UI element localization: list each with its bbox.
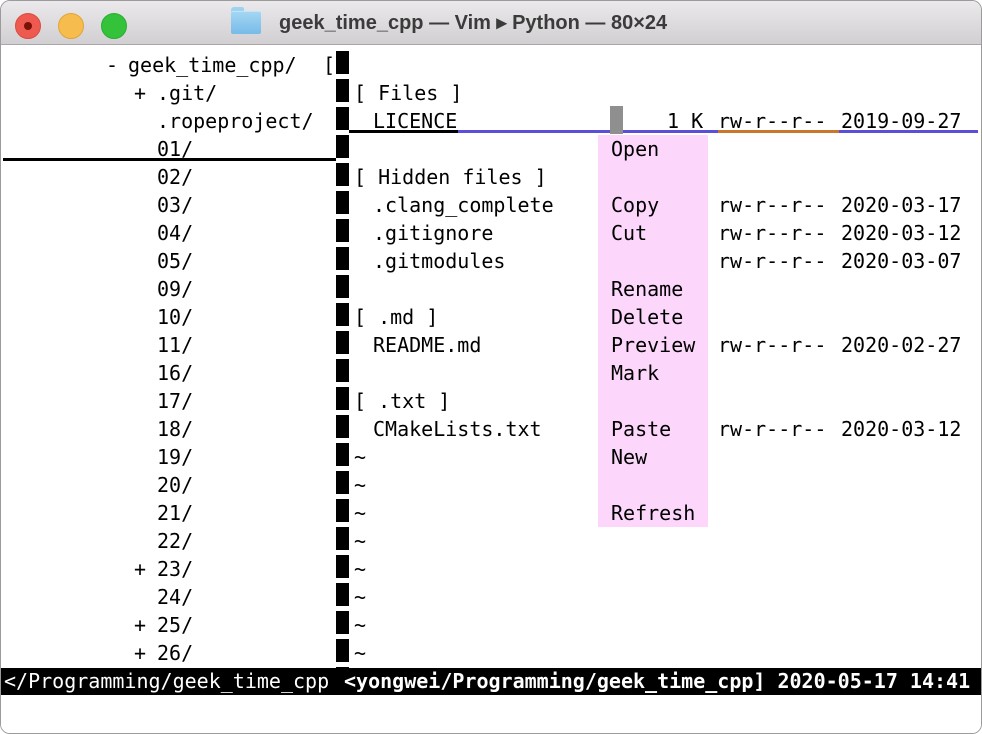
menu-item-open[interactable]: Open — [611, 135, 708, 163]
file-group-header: [ Files ] — [1, 79, 981, 107]
tilde-marker: ~ — [354, 527, 366, 555]
file-perms: rw-r--r-- — [718, 247, 826, 275]
tilde-marker: ~ — [354, 471, 366, 499]
file-perms: rw-r--r-- — [718, 219, 826, 247]
zoom-button[interactable] — [101, 13, 127, 39]
group-header-label: [ Hidden files ] — [354, 163, 547, 191]
empty-line-tilde: ~ — [1, 611, 981, 639]
tilde-marker: ~ — [354, 555, 366, 583]
file-perms: rw-r--r-- — [718, 331, 826, 359]
file-name: .clang_complete — [373, 191, 554, 219]
menu-spacer — [611, 163, 708, 191]
file-row-readme-md[interactable]: README.md rw-r--r-- 2020-02-27 — [1, 331, 981, 359]
close-button[interactable] — [15, 13, 41, 39]
window-title: geek_time_cpp — Vim ▸ Python — 80×24 — [279, 1, 667, 45]
file-perms: rw-r--r-- — [718, 191, 826, 219]
tilde-marker: ~ — [354, 611, 366, 639]
tilde-marker: ~ — [354, 443, 366, 471]
tilde-marker: ~ — [354, 583, 366, 611]
minimize-button[interactable] — [58, 13, 84, 39]
file-date: 2020-03-17 — [841, 191, 961, 219]
file-row-gitignore[interactable]: .gitignore rw-r--r-- 2020-03-12 — [1, 219, 981, 247]
empty-line-tilde: ~ — [1, 583, 981, 611]
empty-line-tilde: ~ — [1, 443, 981, 471]
menu-item-rename[interactable]: Rename — [611, 275, 708, 303]
file-name: .gitignore — [373, 219, 493, 247]
selected-underline-date — [839, 130, 978, 133]
file-row-cmakelists-txt[interactable]: CMakeLists.txt rw-r--r-- 2020-03-12 — [1, 415, 981, 443]
unsaved-dot-icon — [24, 22, 32, 30]
file-name: README.md — [373, 331, 481, 359]
file-row-gitmodules[interactable]: .gitmodules rw-r--r-- 2020-03-07 — [1, 247, 981, 275]
menu-item-delete[interactable]: Delete — [611, 303, 708, 331]
file-date: 2020-03-07 — [841, 247, 961, 275]
file-perms: rw-r--r-- — [718, 415, 826, 443]
statusline-right: <yongwei/Programming/geek_time_cpp] 2020… — [344, 668, 970, 695]
file-group-header: [ Hidden files ] — [1, 163, 981, 191]
empty-line-tilde: ~ — [1, 471, 981, 499]
file-row-blank — [1, 275, 981, 303]
file-date: 2020-02-27 — [841, 331, 961, 359]
file-name: CMakeLists.txt — [373, 415, 542, 443]
empty-line-tilde: ~ — [1, 527, 981, 555]
file-row-clang-complete[interactable]: .clang_complete rw-r--r-- 2020-03-17 — [1, 191, 981, 219]
file-name: .gitmodules — [373, 247, 505, 275]
menu-spacer — [611, 387, 708, 415]
file-group-header: [ .txt ] — [1, 387, 981, 415]
terminal-content: -geek_time_cpp/[+.git/.ropeproject/01/02… — [1, 45, 981, 733]
statusbar: </Programming/geek_time_cpp <yongwei/Pro… — [1, 668, 981, 695]
empty-line-tilde: ~ — [1, 499, 981, 527]
tilde-marker: ~ — [354, 639, 366, 667]
menu-item-preview[interactable]: Preview — [611, 331, 708, 359]
command-line[interactable] — [1, 695, 981, 733]
empty-line-tilde: ~ — [1, 639, 981, 667]
selected-underline-name — [349, 130, 458, 133]
file-group-header: [ .md ] — [1, 303, 981, 331]
terminal-window: geek_time_cpp — Vim ▸ Python — 80×24 -ge… — [0, 0, 982, 734]
group-header-label: [ Files ] — [354, 79, 462, 107]
selected-underline-gap2 — [623, 130, 718, 133]
tree-cursor-line — [3, 158, 336, 161]
file-row-blank — [1, 359, 981, 387]
tilde-marker: ~ — [354, 499, 366, 527]
statusline-left: </Programming/geek_time_cpp — [4, 668, 329, 695]
file-row-blank — [1, 51, 981, 79]
empty-line-tilde: ~ — [1, 555, 981, 583]
menu-item-paste[interactable]: Paste — [611, 415, 708, 443]
menu-item-cut[interactable]: Cut — [611, 219, 708, 247]
titlebar[interactable]: geek_time_cpp — Vim ▸ Python — 80×24 — [1, 1, 981, 45]
menu-item-new[interactable]: New — [611, 443, 708, 471]
folder-icon — [231, 11, 261, 34]
menu-item-refresh[interactable]: Refresh — [611, 499, 708, 527]
selected-underline-perms — [718, 130, 839, 133]
file-date: 2020-03-12 — [841, 415, 961, 443]
group-header-label: [ .txt ] — [354, 387, 450, 415]
context-menu: Open CopyCut RenameDeletePreviewMark PasteN… — [598, 135, 708, 527]
menu-item-copy[interactable]: Copy — [611, 191, 708, 219]
group-header-label: [ .md ] — [354, 303, 438, 331]
selected-underline-gap1 — [458, 130, 610, 133]
menu-item-mark[interactable]: Mark — [611, 359, 708, 387]
menu-spacer — [611, 471, 708, 499]
menu-spacer — [611, 247, 708, 275]
file-date: 2020-03-12 — [841, 219, 961, 247]
terminal-cursor — [610, 106, 623, 134]
